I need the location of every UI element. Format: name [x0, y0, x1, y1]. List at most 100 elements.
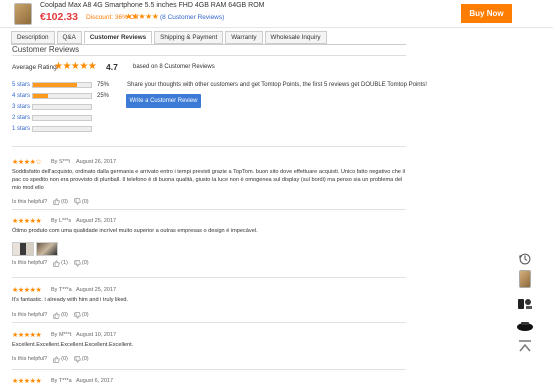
section-divider — [12, 55, 406, 56]
rating-bar — [32, 115, 92, 121]
rating-row-label[interactable]: 2 stars — [12, 115, 32, 121]
review-item: ★★★★★ By L***s August 25, 2017 Ótimo pro… — [12, 216, 406, 267]
review-divider — [12, 146, 406, 147]
helpful-no-count: (0) — [81, 260, 89, 267]
helpful-label: Is this helpful? — [12, 356, 48, 363]
helpful-no-count: (0) — [81, 198, 89, 205]
helpful-no-count: (0) — [81, 356, 89, 363]
helpful-row: Is this helpful? (0) (0) — [12, 312, 406, 319]
reviews-count-link[interactable]: (8 Customer Reviews) — [160, 14, 224, 21]
average-rating-label: Average Rating: — [12, 64, 59, 71]
rating-row-label[interactable]: 4 stars — [12, 93, 32, 99]
average-rating-value: 4.7 — [106, 62, 118, 72]
thumbs-down-icon — [74, 312, 81, 319]
product-thumbnail[interactable] — [14, 3, 32, 25]
rating-bar — [32, 126, 92, 132]
rating-stars-icon: ★★★★★ — [125, 12, 159, 21]
helpful-row: Is this helpful? (0) (0) — [12, 356, 406, 363]
product-tabs: Description Q&A Customer Reviews Shippin… — [11, 31, 329, 44]
gadget-thumb-icon[interactable] — [515, 316, 535, 336]
accessory-thumb-icon[interactable] — [515, 294, 535, 314]
product-title: Coolpad Max A8 4G Smartphone 5.5 inches … — [40, 2, 265, 9]
review-date: August 6, 2017 — [76, 377, 114, 384]
review-photo-thumbnail[interactable] — [12, 241, 34, 256]
review-divider — [12, 322, 406, 323]
section-title: Customer Reviews — [12, 45, 80, 54]
helpful-label: Is this helpful? — [12, 312, 48, 319]
rating-row-3[interactable]: 3 stars — [12, 103, 92, 111]
rating-bar-fill — [33, 83, 77, 87]
thumbs-down-icon — [74, 198, 81, 206]
review-date: August 25, 2017 — [76, 286, 117, 293]
tab-wholesale-inquiry[interactable]: Wholesale Inquiry — [264, 31, 327, 44]
write-review-button[interactable]: Write a Customer Review — [126, 94, 201, 108]
review-item: ★★★★☆ By S***i August 26, 2017 Soddisfat… — [12, 157, 406, 206]
rating-row-5[interactable]: 5 stars 75% — [12, 81, 109, 89]
thumbs-down-icon — [74, 356, 81, 363]
review-text: It's fantastic. i already with him and i… — [12, 297, 129, 303]
helpful-yes-count: (0) — [61, 312, 68, 319]
thumbs-up-icon — [53, 198, 60, 206]
rating-row-2[interactable]: 2 stars — [12, 114, 92, 122]
helpful-no-count: (0) — [81, 312, 89, 319]
phone-thumb-icon[interactable] — [515, 269, 535, 289]
review-photos — [12, 241, 406, 256]
rating-percent: 75% — [97, 82, 110, 88]
review-divider — [12, 277, 406, 278]
thumbs-up-icon — [53, 356, 60, 363]
review-author: By M***t — [51, 331, 72, 338]
rating-row-1[interactable]: 1 stars — [12, 125, 92, 133]
rating-row-4[interactable]: 4 stars 25% — [12, 92, 109, 100]
review-date: August 26, 2017 — [76, 158, 117, 165]
review-stars-icon: ★★★★★ — [12, 217, 42, 225]
review-item: ★★★★★ By M***t August 10, 2017 Excellent… — [12, 330, 406, 363]
review-stars-icon: ★★★★★ — [12, 331, 42, 339]
helpful-yes-button[interactable]: (0) — [53, 198, 68, 206]
review-author: By L***s — [51, 217, 72, 224]
review-item: ★★★★★ By T***a August 25, 2017 It's fant… — [12, 285, 406, 319]
tab-qa[interactable]: Q&A — [56, 31, 82, 44]
review-item: ★★★★★ By T***a August 6, 2017 — [12, 376, 406, 385]
helpful-no-button[interactable]: (0) — [74, 312, 89, 319]
rating-bar-fill — [33, 94, 48, 98]
review-author: By T***a — [51, 286, 72, 293]
rating-row-label[interactable]: 1 stars — [12, 126, 32, 132]
review-date: August 25, 2017 — [76, 217, 117, 224]
tab-warranty[interactable]: Warranty — [225, 31, 263, 44]
helpful-no-button[interactable]: (0) — [74, 198, 89, 206]
rating-bar — [32, 93, 92, 99]
product-price: €102.33 — [40, 11, 78, 23]
review-text: Excellent.Excellent.Excellent.Excellent.… — [12, 342, 134, 348]
helpful-row: Is this helpful? (0) (0) — [12, 198, 406, 206]
helpful-no-button[interactable]: (0) — [74, 260, 89, 267]
rating-row-label[interactable]: 5 stars — [12, 82, 32, 88]
helpful-yes-button[interactable]: (0) — [53, 356, 68, 363]
review-divider — [12, 209, 406, 210]
helpful-no-button[interactable]: (0) — [74, 356, 89, 363]
review-author: By T***a — [51, 377, 72, 384]
product-sticky-bar: Coolpad Max A8 4G Smartphone 5.5 inches … — [0, 0, 553, 28]
rating-row-label[interactable]: 3 stars — [12, 104, 32, 110]
helpful-label: Is this helpful? — [12, 198, 48, 205]
helpful-yes-button[interactable]: (1) — [53, 260, 68, 267]
tab-shipping-payment[interactable]: Shipping & Payment — [154, 31, 224, 44]
average-stars-icon: ★★★★★ — [54, 61, 97, 72]
helpful-yes-count: (0) — [61, 356, 68, 363]
thumbs-up-icon — [53, 260, 60, 267]
review-divider — [12, 369, 406, 370]
history-icon[interactable] — [515, 249, 535, 269]
rating-bar — [32, 82, 92, 88]
review-stars-icon: ★★★★★ — [12, 286, 42, 294]
review-photo-thumbnail[interactable] — [36, 241, 58, 256]
helpful-yes-button[interactable]: (0) — [53, 312, 68, 319]
review-date: August 10, 2017 — [76, 331, 117, 338]
tab-description[interactable]: Description — [11, 31, 55, 44]
thumbs-down-icon — [74, 260, 81, 267]
back-to-top-icon[interactable] — [515, 336, 535, 356]
tab-customer-reviews[interactable]: Customer Reviews — [83, 31, 153, 44]
buy-now-button[interactable]: Buy Now — [461, 4, 512, 23]
review-stars-icon: ★★★★★ — [12, 377, 42, 385]
review-text: Ótimo produto com uma qualidade incrível… — [12, 228, 258, 234]
share-thoughts-text: Share your thoughts with other customers… — [127, 82, 427, 88]
helpful-row: Is this helpful? (1) (0) — [12, 260, 406, 267]
